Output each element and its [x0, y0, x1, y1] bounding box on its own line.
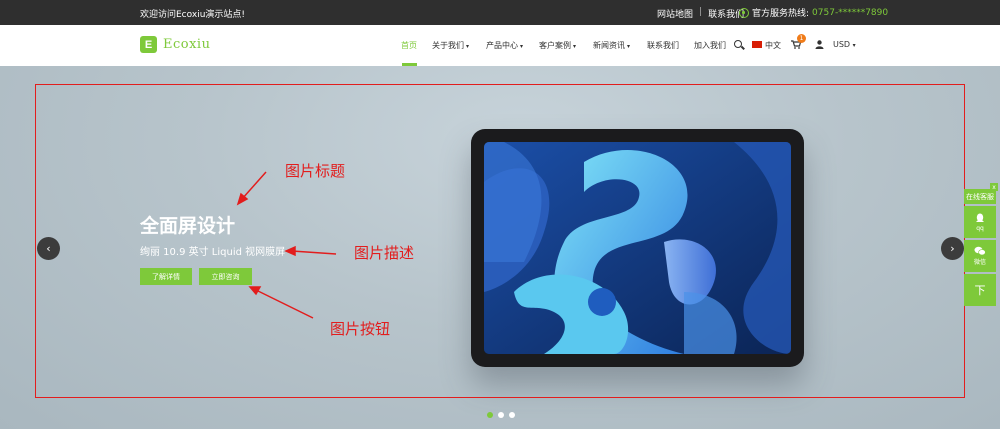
- slider-prev-button[interactable]: ‹: [37, 237, 60, 260]
- wechat-button[interactable]: 微信: [964, 240, 996, 272]
- slider-dots: [487, 412, 515, 418]
- slider-dot-2[interactable]: [498, 412, 504, 418]
- online-service-panel: 在线客服 x qq 微信 下: [964, 183, 998, 306]
- slider-dot-1[interactable]: [487, 412, 493, 418]
- down-label: 下: [974, 283, 986, 297]
- qq-icon: [976, 213, 984, 222]
- scroll-down-button[interactable]: 下: [964, 274, 996, 306]
- annotation-arrows: [236, 171, 337, 319]
- qq-label: qq: [976, 224, 984, 232]
- wechat-label: 微信: [973, 259, 986, 266]
- slider-dot-3[interactable]: [509, 412, 515, 418]
- service-header[interactable]: 在线客服: [964, 189, 996, 204]
- qq-button[interactable]: qq: [964, 206, 996, 238]
- slider-next-button[interactable]: ›: [941, 237, 964, 260]
- close-icon[interactable]: x: [990, 183, 998, 191]
- wechat-icon: [974, 246, 986, 256]
